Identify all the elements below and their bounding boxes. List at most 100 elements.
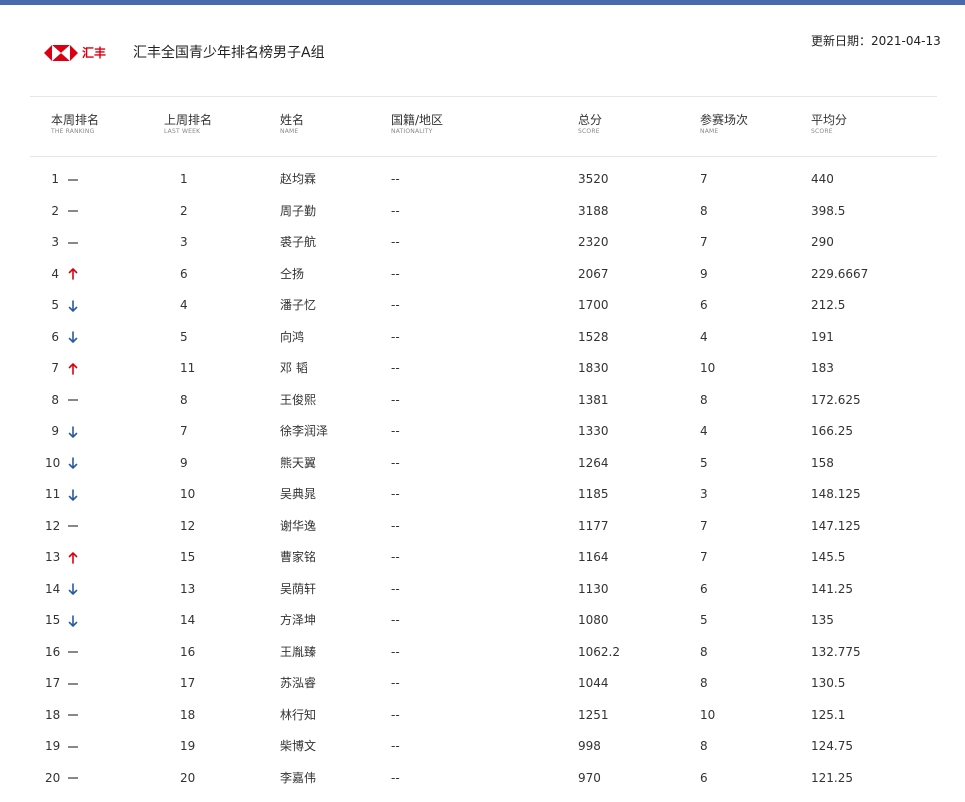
table-row: 14 13 吴荫轩 -- 1130 6 141.25 bbox=[0, 574, 965, 606]
last-week-cell: 9 bbox=[180, 455, 188, 470]
player-name-cell: 王俊熙 bbox=[280, 392, 317, 407]
average-score-cell: 166.25 bbox=[811, 424, 853, 438]
total-score-cell: 1080 bbox=[578, 613, 609, 627]
rank-cell: 7 bbox=[51, 361, 59, 375]
hsbc-logo[interactable]: 汇丰 bbox=[44, 43, 106, 63]
last-week-cell: 12 bbox=[180, 518, 196, 533]
player-name-cell: 方泽坤 bbox=[280, 613, 317, 627]
events-cell: 9 bbox=[700, 266, 708, 281]
rank-cell: 14 bbox=[45, 581, 61, 596]
last-week-cell: 7 bbox=[180, 424, 188, 438]
average-score-cell: 121.25 bbox=[811, 770, 853, 785]
dash-icon bbox=[67, 511, 79, 543]
nationality-cell: -- bbox=[391, 298, 400, 312]
total-score-cell: 1251 bbox=[578, 707, 609, 722]
column-header-events: 参赛场次 NAME bbox=[700, 113, 749, 135]
average-score-cell: 290 bbox=[811, 235, 834, 249]
rank-cell: 8 bbox=[51, 392, 59, 407]
header-divider-top bbox=[30, 96, 937, 97]
dash-icon bbox=[67, 731, 79, 763]
table-row: 9 7 徐李润泽 -- 1330 4 166.25 bbox=[0, 416, 965, 448]
events-cell: 3 bbox=[700, 487, 708, 501]
total-score-cell: 1177 bbox=[578, 518, 609, 533]
last-week-cell: 5 bbox=[180, 329, 188, 344]
table-row: 6 5 向鸿 -- 1528 4 191 bbox=[0, 322, 965, 354]
table-row: 2 2 周子勤 -- 3188 8 398.5 bbox=[0, 196, 965, 228]
rank-cell: 9 bbox=[51, 424, 59, 438]
player-name-cell: 周子勤 bbox=[280, 203, 317, 218]
player-name-cell: 林行知 bbox=[280, 707, 317, 722]
player-name-cell: 邓 韬 bbox=[280, 361, 308, 375]
last-week-cell: 13 bbox=[180, 581, 196, 596]
last-week-cell: 11 bbox=[180, 361, 196, 375]
column-header-name: 姓名 NAME bbox=[280, 113, 305, 135]
rank-cell: 4 bbox=[51, 266, 59, 281]
last-week-cell: 15 bbox=[180, 550, 196, 564]
dash-icon bbox=[67, 196, 79, 228]
dash-icon bbox=[67, 668, 79, 700]
header-divider-bottom bbox=[30, 156, 937, 157]
dash-icon bbox=[67, 637, 79, 669]
rank-cell: 5 bbox=[51, 298, 59, 312]
column-header-total-score: 总分 SCORE bbox=[578, 113, 603, 135]
rank-cell: 20 bbox=[45, 770, 61, 785]
average-score-cell: 398.5 bbox=[811, 203, 846, 218]
total-score-cell: 1830 bbox=[578, 361, 609, 375]
average-score-cell: 158 bbox=[811, 455, 834, 470]
rank-cell: 6 bbox=[51, 329, 59, 344]
total-score-cell: 1330 bbox=[578, 424, 609, 438]
events-cell: 5 bbox=[700, 613, 708, 627]
top-accent-bar bbox=[0, 0, 965, 5]
total-score-cell: 998 bbox=[578, 739, 601, 753]
last-week-cell: 10 bbox=[180, 487, 196, 501]
table-row: 20 20 李嘉伟 -- 970 6 121.25 bbox=[0, 763, 965, 795]
player-name-cell: 谢华逸 bbox=[280, 518, 317, 533]
column-header-nationality: 国籍/地区 NATIONALITY bbox=[391, 113, 444, 135]
events-cell: 7 bbox=[700, 550, 708, 564]
arrow-up-icon bbox=[67, 353, 79, 385]
table-row: 3 3 裘子航 -- 2320 7 290 bbox=[0, 227, 965, 259]
rank-cell: 12 bbox=[45, 518, 61, 533]
table-row: 13 15 曹家铭 -- 1164 7 145.5 bbox=[0, 542, 965, 574]
average-score-cell: 145.5 bbox=[811, 550, 846, 564]
player-name-cell: 吴荫轩 bbox=[280, 581, 317, 596]
nationality-cell: -- bbox=[391, 424, 400, 438]
events-cell: 4 bbox=[700, 329, 708, 344]
rank-cell: 18 bbox=[45, 707, 61, 722]
table-row: 18 18 林行知 -- 1251 10 125.1 bbox=[0, 700, 965, 732]
nationality-cell: -- bbox=[391, 329, 400, 344]
average-score-cell: 125.1 bbox=[811, 707, 846, 722]
table-row: 12 12 谢华逸 -- 1177 7 147.125 bbox=[0, 511, 965, 543]
update-date-value: 2021-04-13 bbox=[871, 34, 941, 48]
rank-cell: 2 bbox=[51, 203, 59, 218]
events-cell: 8 bbox=[700, 739, 708, 753]
table-row: 15 14 方泽坤 -- 1080 5 135 bbox=[0, 605, 965, 637]
player-name-cell: 裘子航 bbox=[280, 235, 317, 249]
average-score-cell: 148.125 bbox=[811, 487, 861, 501]
last-week-cell: 8 bbox=[180, 392, 188, 407]
events-cell: 8 bbox=[700, 676, 708, 690]
nationality-cell: -- bbox=[391, 676, 400, 690]
total-score-cell: 1381 bbox=[578, 392, 609, 407]
arrow-down-icon bbox=[67, 416, 79, 448]
rank-cell: 17 bbox=[45, 676, 61, 690]
arrow-down-icon bbox=[67, 574, 79, 606]
rank-cell: 1 bbox=[51, 172, 59, 186]
rank-cell: 10 bbox=[45, 455, 61, 470]
nationality-cell: -- bbox=[391, 581, 400, 596]
last-week-cell: 19 bbox=[180, 739, 196, 753]
average-score-cell: 130.5 bbox=[811, 676, 846, 690]
total-score-cell: 3188 bbox=[578, 203, 609, 218]
table-row: 16 16 王胤臻 -- 1062.2 8 132.775 bbox=[0, 637, 965, 669]
arrow-down-icon bbox=[67, 605, 79, 637]
player-name-cell: 仝扬 bbox=[280, 266, 305, 281]
rank-cell: 3 bbox=[51, 235, 59, 249]
table-row: 19 19 柴博文 -- 998 8 124.75 bbox=[0, 731, 965, 763]
total-score-cell: 970 bbox=[578, 770, 601, 785]
player-name-cell: 苏泓睿 bbox=[280, 676, 317, 690]
arrow-up-icon bbox=[67, 542, 79, 574]
nationality-cell: -- bbox=[391, 266, 400, 281]
average-score-cell: 183 bbox=[811, 361, 834, 375]
events-cell: 6 bbox=[700, 581, 708, 596]
player-name-cell: 潘子忆 bbox=[280, 298, 317, 312]
